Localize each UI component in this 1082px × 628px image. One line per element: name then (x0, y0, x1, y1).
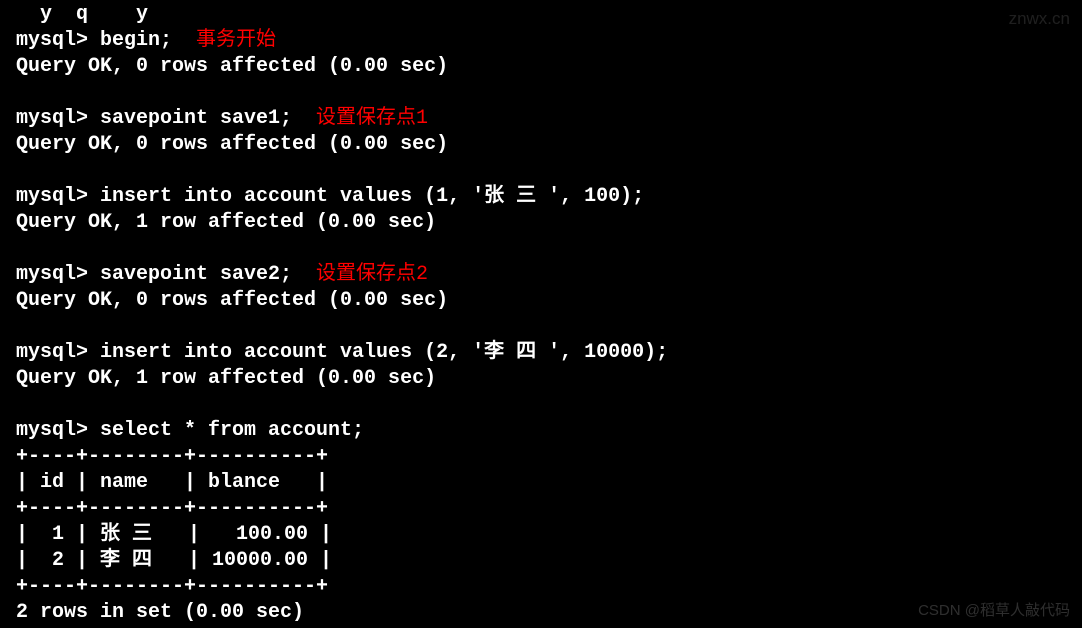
blank-line (16, 158, 1066, 184)
terminal-line-insert2: mysql> insert into account values (2, '李… (16, 340, 1066, 366)
table-border-mid: +----+--------+----------+ (16, 496, 1066, 522)
blank-line (16, 236, 1066, 262)
table-row: | 2 | 李 四 | 10000.00 | (16, 548, 1066, 574)
sql-command: mysql> begin; (16, 29, 172, 52)
annotation-savepoint2: 设置保存点2 (316, 263, 428, 286)
terminal-line-result: Query OK, 0 rows affected (0.00 sec) (16, 54, 1066, 80)
terminal-line-insert1: mysql> insert into account values (1, '张… (16, 184, 1066, 210)
terminal-line-select: mysql> select * from account; (16, 418, 1066, 444)
sql-command: mysql> savepoint save2; (16, 263, 292, 286)
terminal-line-savepoint2: mysql> savepoint save2; 设置保存点2 (16, 262, 1066, 288)
terminal-line-result: 2 rows in set (0.00 sec) (16, 600, 1066, 626)
sql-command: mysql> savepoint save1; (16, 107, 292, 130)
watermark-bottom: CSDN @稻草人敲代码 (918, 601, 1070, 621)
terminal-line-truncated: y q y (16, 2, 1066, 28)
terminal-line-result: Query OK, 0 rows affected (0.00 sec) (16, 288, 1066, 314)
terminal-line-savepoint1: mysql> savepoint save1; 设置保存点1 (16, 106, 1066, 132)
table-header: | id | name | blance | (16, 470, 1066, 496)
terminal-line-result: Query OK, 0 rows affected (0.00 sec) (16, 132, 1066, 158)
table-border-bottom: +----+--------+----------+ (16, 574, 1066, 600)
terminal-line-result: Query OK, 1 row affected (0.00 sec) (16, 366, 1066, 392)
table-row: | 1 | 张 三 | 100.00 | (16, 522, 1066, 548)
blank-line (16, 80, 1066, 106)
table-border-top: +----+--------+----------+ (16, 444, 1066, 470)
blank-line (16, 314, 1066, 340)
annotation-begin: 事务开始 (196, 29, 276, 52)
annotation-savepoint1: 设置保存点1 (316, 107, 428, 130)
watermark-top: znwx.cn (1009, 8, 1070, 30)
terminal-line-result: Query OK, 1 row affected (0.00 sec) (16, 210, 1066, 236)
terminal-line-begin: mysql> begin; 事务开始 (16, 28, 1066, 54)
blank-line (16, 392, 1066, 418)
